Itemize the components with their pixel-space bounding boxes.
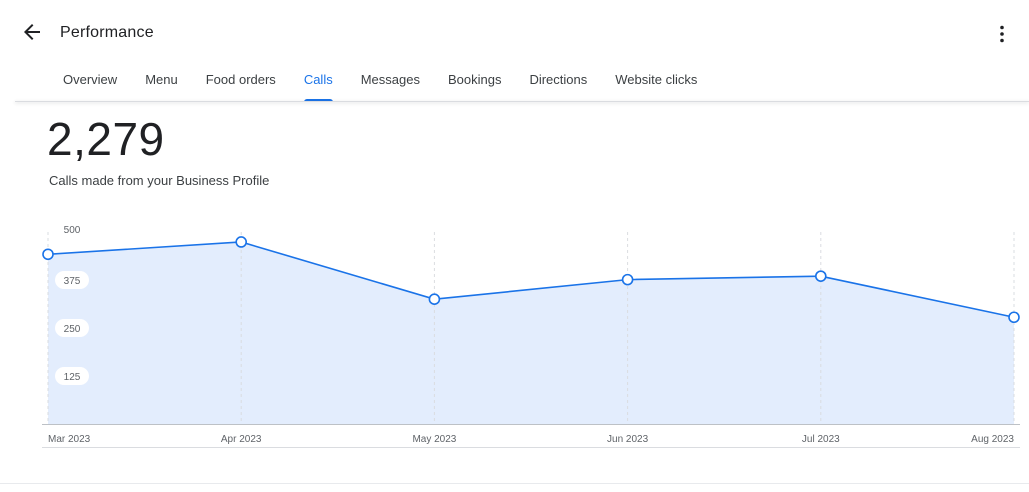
x-tick-label: Aug 2023 — [971, 434, 1014, 445]
calls-chart: 500 375 250 125 Mar 2023 Apr 2023 May 2023 Jun … — [42, 225, 1020, 448]
y-tick-label: 250 — [64, 324, 81, 335]
x-tick-label: Apr 2023 — [221, 434, 262, 445]
chart-point — [235, 236, 247, 248]
x-tick-label: May 2023 — [412, 434, 456, 445]
chart-point — [42, 248, 54, 261]
y-tick-label: 500 — [64, 225, 81, 236]
chart-point — [814, 270, 827, 282]
chart-point — [428, 293, 441, 306]
chart-area — [48, 241, 1014, 424]
y-tick-label: 125 — [64, 372, 81, 383]
chart-point — [1008, 311, 1020, 324]
chart-point — [621, 273, 634, 286]
x-tick-label: Jun 2023 — [607, 434, 649, 445]
x-tick-label: Mar 2023 — [48, 434, 91, 445]
y-tick-label: 375 — [64, 276, 81, 287]
bottom-divider — [0, 483, 1029, 484]
x-tick-label: Jul 2023 — [802, 434, 840, 445]
